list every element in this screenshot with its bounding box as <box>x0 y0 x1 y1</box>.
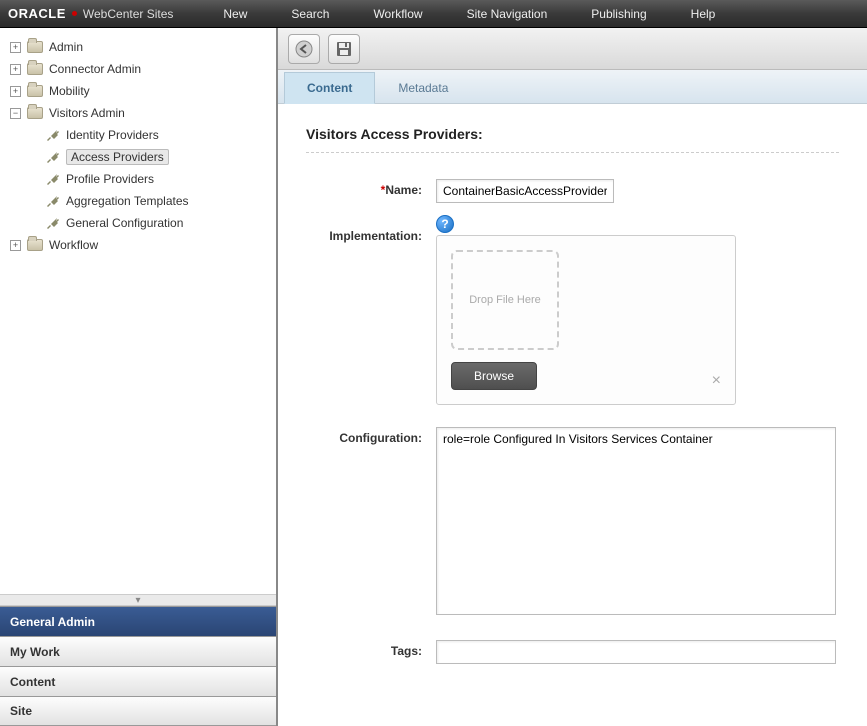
tab-strip: Content Metadata <box>278 70 867 104</box>
tree-label: Profile Providers <box>66 172 154 186</box>
tree-node-aggregation-templates[interactable]: Aggregation Templates <box>6 190 270 212</box>
brand-oracle: ORACLE <box>8 6 66 21</box>
folder-icon <box>27 239 43 251</box>
field-row-implementation: Implementation: ? Drop File Here Browse … <box>306 225 839 405</box>
side-nav-label: My Work <box>10 645 60 659</box>
tree: + Admin + Connector Admin + Mobility − V… <box>0 28 276 594</box>
side-nav-my-work[interactable]: My Work <box>0 636 276 666</box>
wrench-icon <box>44 193 60 209</box>
tags-label: Tags: <box>306 640 436 664</box>
menu-site-navigation[interactable]: Site Navigation <box>467 7 548 21</box>
menu-search[interactable]: Search <box>291 7 329 21</box>
tree-label: Identity Providers <box>66 128 159 142</box>
browse-label: Browse <box>474 369 514 383</box>
form: Visitors Access Providers: *Name: Implem… <box>278 104 867 726</box>
save-button[interactable] <box>328 34 360 64</box>
folder-icon <box>27 63 43 75</box>
side-nav-content[interactable]: Content <box>0 666 276 696</box>
tab-label: Content <box>307 81 352 95</box>
sidebar-collapse-handle[interactable]: ▾ <box>0 594 276 606</box>
wrench-icon <box>44 149 60 165</box>
expand-icon[interactable]: + <box>10 42 21 53</box>
tab-label: Metadata <box>398 81 448 95</box>
help-icon[interactable]: ? <box>436 215 454 233</box>
top-menu-bar: ORACLE WebCenter Sites New Search Workfl… <box>0 0 867 28</box>
wrench-icon <box>44 171 60 187</box>
side-nav-label: General Admin <box>10 615 95 629</box>
upload-panel: Drop File Here Browse × <box>436 235 736 405</box>
tree-node-profile-providers[interactable]: Profile Providers <box>6 168 270 190</box>
tree-node-general-configuration[interactable]: General Configuration <box>6 212 270 234</box>
name-label: *Name: <box>306 179 436 203</box>
tree-label: Visitors Admin <box>49 106 125 120</box>
expand-icon[interactable]: + <box>10 64 21 75</box>
menu-workflow[interactable]: Workflow <box>373 7 422 21</box>
tree-label: Connector Admin <box>49 62 141 76</box>
folder-icon <box>27 85 43 97</box>
folder-icon <box>27 107 43 119</box>
back-button[interactable] <box>288 34 320 64</box>
tree-node-admin[interactable]: + Admin <box>6 36 270 58</box>
field-row-configuration: Configuration: <box>306 427 839 618</box>
tree-label: Workflow <box>49 238 98 252</box>
close-icon[interactable]: × <box>712 372 721 390</box>
side-nav-site[interactable]: Site <box>0 696 276 726</box>
side-nav-label: Site <box>10 704 32 718</box>
content-area: Content Metadata Visitors Access Provide… <box>278 28 867 726</box>
expand-icon[interactable]: + <box>10 86 21 97</box>
tree-label: Mobility <box>49 84 90 98</box>
side-nav-label: Content <box>10 675 55 689</box>
menu-help[interactable]: Help <box>691 7 716 21</box>
tree-label: Aggregation Templates <box>66 194 189 208</box>
folder-icon <box>27 41 43 53</box>
wrench-icon <box>44 215 60 231</box>
file-dropzone[interactable]: Drop File Here <box>451 250 559 350</box>
name-input[interactable] <box>436 179 614 203</box>
page-title: Visitors Access Providers: <box>306 126 839 142</box>
menu-publishing[interactable]: Publishing <box>591 7 646 21</box>
menu-new[interactable]: New <box>223 7 247 21</box>
side-nav-general-admin[interactable]: General Admin <box>0 606 276 636</box>
tree-node-visitors-admin[interactable]: − Visitors Admin <box>6 102 270 124</box>
chevron-down-icon: ▾ <box>135 595 140 606</box>
tree-node-access-providers[interactable]: Access Providers <box>6 146 270 168</box>
configuration-textarea[interactable] <box>436 427 836 615</box>
tab-metadata[interactable]: Metadata <box>375 72 471 103</box>
floppy-disk-icon <box>335 40 353 58</box>
field-row-tags: Tags: <box>306 640 839 664</box>
browse-button[interactable]: Browse <box>451 362 537 390</box>
tab-content[interactable]: Content <box>284 72 375 104</box>
brand-dot-icon <box>72 11 77 16</box>
expand-icon[interactable]: + <box>10 240 21 251</box>
field-row-name: *Name: <box>306 179 839 203</box>
top-menu: New Search Workflow Site Navigation Publ… <box>223 7 715 21</box>
implementation-label: Implementation: <box>306 225 436 405</box>
back-arrow-icon <box>295 40 313 58</box>
tree-label: Access Providers <box>66 149 169 165</box>
toolbar <box>278 28 867 70</box>
tree-node-workflow[interactable]: + Workflow <box>6 234 270 256</box>
collapse-icon[interactable]: − <box>10 108 21 119</box>
dropzone-text: Drop File Here <box>469 294 541 306</box>
brand-product: WebCenter Sites <box>83 7 174 21</box>
brand: ORACLE WebCenter Sites <box>8 6 173 21</box>
tree-node-identity-providers[interactable]: Identity Providers <box>6 124 270 146</box>
sidebar: + Admin + Connector Admin + Mobility − V… <box>0 28 278 726</box>
configuration-label: Configuration: <box>306 427 436 618</box>
tree-label: Admin <box>49 40 83 54</box>
tree-node-connector-admin[interactable]: + Connector Admin <box>6 58 270 80</box>
tree-label: General Configuration <box>66 216 183 230</box>
divider <box>306 152 839 153</box>
tags-input[interactable] <box>436 640 836 664</box>
tree-node-mobility[interactable]: + Mobility <box>6 80 270 102</box>
name-label-text: Name: <box>385 183 422 197</box>
wrench-icon <box>44 127 60 143</box>
side-nav: General Admin My Work Content Site <box>0 606 276 726</box>
